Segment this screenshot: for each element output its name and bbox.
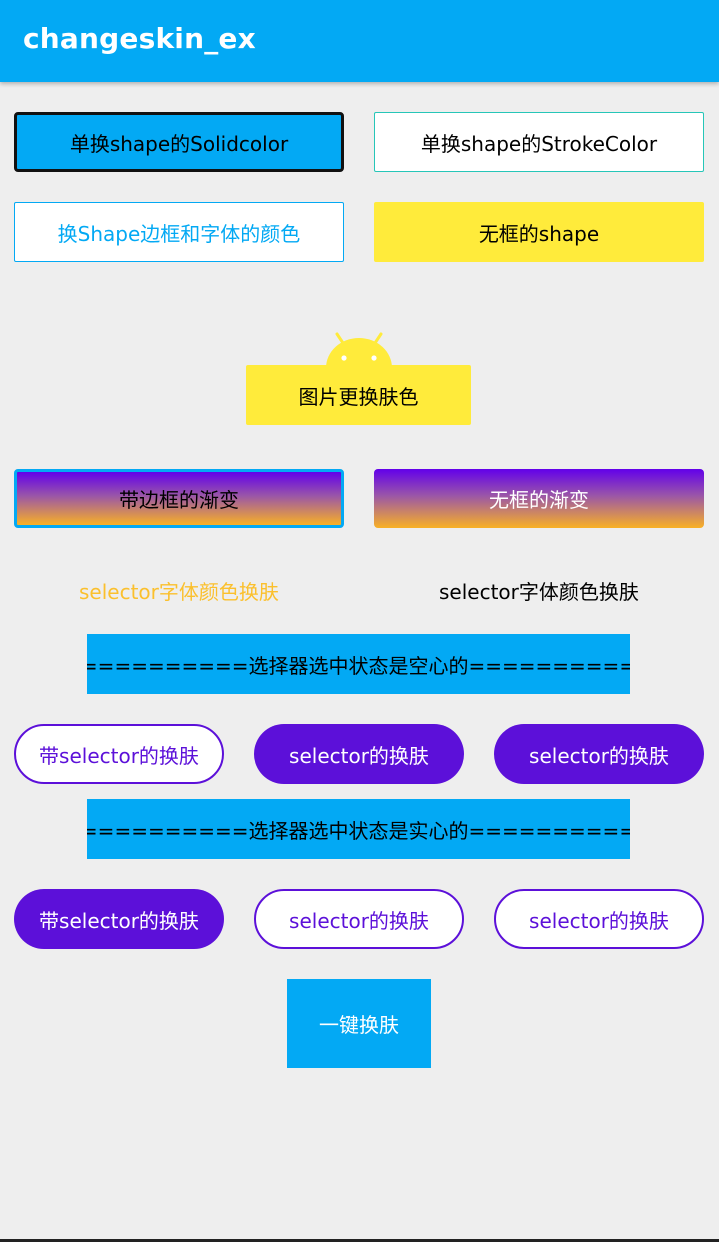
image-skin-button[interactable]: 图片更换肤色	[246, 365, 471, 425]
app-title: changeskin_ex	[23, 22, 256, 55]
pill-selector-skin-solid[interactable]: 带selector的换肤	[14, 889, 224, 949]
stroke-and-text-color-button[interactable]: 换Shape边框和字体的颜色	[14, 202, 344, 262]
pill-selector-skin-outline[interactable]: 带selector的换肤	[14, 724, 224, 784]
pill-selector-skin-solid[interactable]: selector的换肤	[254, 724, 464, 784]
pill-selector-skin-outline[interactable]: selector的换肤	[494, 889, 704, 949]
selector-text-left[interactable]: selector字体颜色换肤	[79, 576, 279, 605]
stroke-color-button[interactable]: 单换shape的StrokeColor	[374, 112, 704, 172]
solid-selector-banner: ============选择器选中状态是实心的============	[87, 799, 630, 859]
hollow-selector-banner: ============选择器选中状态是空心的============	[87, 634, 630, 694]
selector-text-right[interactable]: selector字体颜色换肤	[439, 576, 639, 605]
pill-selector-skin-solid[interactable]: selector的换肤	[494, 724, 704, 784]
app-bar: changeskin_ex	[0, 0, 719, 82]
solid-color-button[interactable]: 单换shape的Solidcolor	[14, 112, 344, 172]
gradient-no-border-button[interactable]: 无框的渐变	[374, 469, 704, 528]
android-icon	[326, 332, 392, 368]
one-click-skin-button[interactable]: 一键换肤	[287, 979, 431, 1068]
no-border-shape-button[interactable]: 无框的shape	[374, 202, 704, 262]
gradient-border-button[interactable]: 带边框的渐变	[14, 469, 344, 528]
pill-selector-skin-outline[interactable]: selector的换肤	[254, 889, 464, 949]
